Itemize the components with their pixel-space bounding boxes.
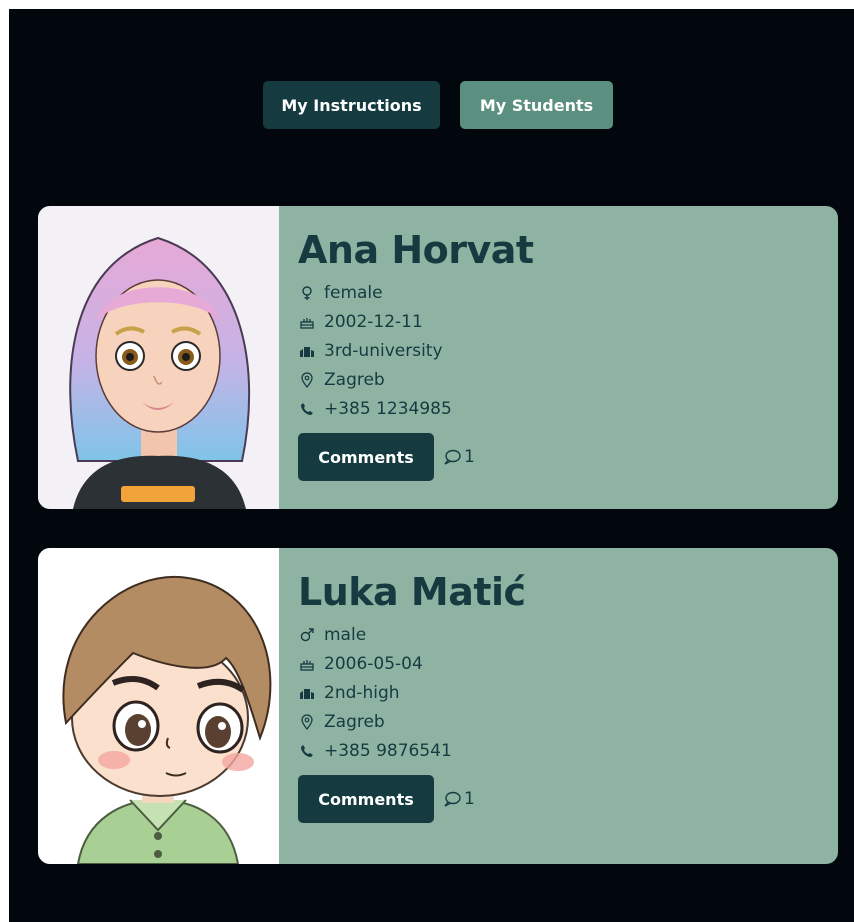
city-row: Zagreb bbox=[298, 707, 828, 736]
student-info: Luka Matić male 2006-05-04 2nd-high Zagr… bbox=[298, 568, 828, 823]
student-name: Ana Horvat bbox=[298, 228, 534, 272]
comment-count: 1 bbox=[442, 447, 475, 467]
comments-button[interactable]: Comments bbox=[298, 775, 434, 823]
comments-button[interactable]: Comments bbox=[298, 433, 434, 481]
student-card: Ana Horvat female 2002-12-11 3rd-univers… bbox=[38, 206, 838, 509]
gender-value: female bbox=[324, 282, 383, 303]
top-nav: My Instructions My Students bbox=[9, 81, 854, 129]
phone-icon bbox=[298, 742, 316, 760]
app-frame: My Instructions My Students Ana Horvat f… bbox=[9, 9, 854, 922]
comment-count-value: 1 bbox=[464, 447, 475, 467]
phone-row: +385 9876541 bbox=[298, 736, 828, 765]
card-actions: Comments 1 bbox=[298, 775, 828, 823]
school-icon bbox=[298, 342, 316, 360]
education-row: 2nd-high bbox=[298, 678, 828, 707]
boy-avatar-image bbox=[38, 548, 279, 864]
comment-count: 1 bbox=[442, 789, 475, 809]
city-row: Zagreb bbox=[298, 365, 828, 394]
birthdate-row: 2002-12-11 bbox=[298, 307, 828, 336]
city-value: Zagreb bbox=[324, 369, 385, 390]
city-value: Zagreb bbox=[324, 711, 385, 732]
school-icon bbox=[298, 684, 316, 702]
gender-row: female bbox=[298, 278, 828, 307]
education-value: 2nd-high bbox=[324, 682, 400, 703]
student-info: Ana Horvat female 2002-12-11 3rd-univers… bbox=[298, 226, 828, 481]
my-instructions-button[interactable]: My Instructions bbox=[263, 81, 440, 129]
comment-count-value: 1 bbox=[464, 789, 475, 809]
student-name: Luka Matić bbox=[298, 570, 526, 614]
phone-value: +385 9876541 bbox=[324, 740, 452, 761]
speech-bubble-icon bbox=[444, 449, 461, 465]
speech-bubble-icon bbox=[444, 791, 461, 807]
gender-row: male bbox=[298, 620, 828, 649]
student-card: Luka Matić male 2006-05-04 2nd-high Zagr… bbox=[38, 548, 838, 864]
card-actions: Comments 1 bbox=[298, 433, 828, 481]
birthdate-value: 2002-12-11 bbox=[324, 311, 423, 332]
girl-avatar-image bbox=[38, 206, 279, 509]
birthdate-value: 2006-05-04 bbox=[324, 653, 423, 674]
education-row: 3rd-university bbox=[298, 336, 828, 365]
student-avatar bbox=[38, 548, 279, 864]
location-pin-icon bbox=[298, 713, 316, 731]
cake-icon bbox=[298, 313, 316, 331]
gender-value: male bbox=[324, 624, 367, 645]
cake-icon bbox=[298, 655, 316, 673]
education-value: 3rd-university bbox=[324, 340, 443, 361]
my-students-button[interactable]: My Students bbox=[460, 81, 613, 129]
student-avatar bbox=[38, 206, 279, 509]
male-icon bbox=[298, 626, 316, 644]
location-pin-icon bbox=[298, 371, 316, 389]
phone-row: +385 1234985 bbox=[298, 394, 828, 423]
phone-icon bbox=[298, 400, 316, 418]
phone-value: +385 1234985 bbox=[324, 398, 452, 419]
birthdate-row: 2006-05-04 bbox=[298, 649, 828, 678]
female-icon bbox=[298, 284, 316, 302]
